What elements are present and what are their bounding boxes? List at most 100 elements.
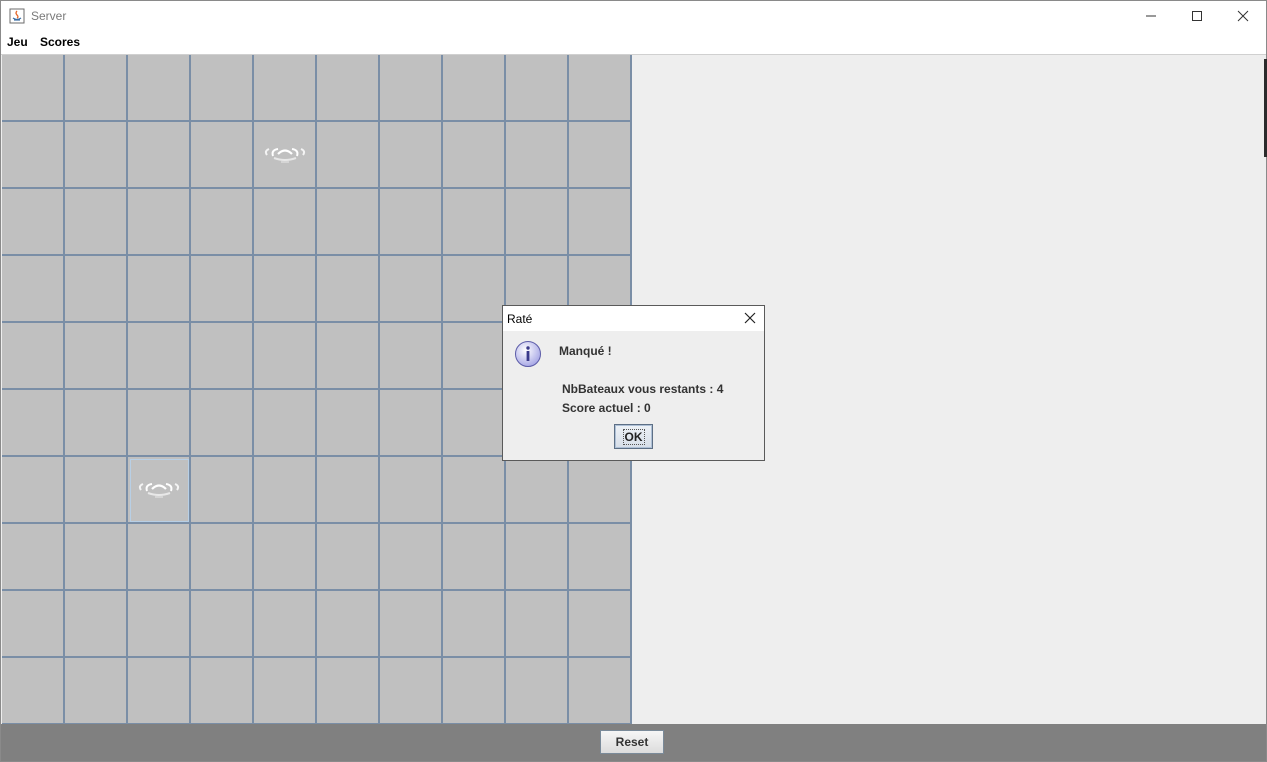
board-cell[interactable] (443, 323, 506, 390)
board-cell[interactable] (191, 189, 254, 256)
board-cell[interactable] (128, 256, 191, 323)
board-cell[interactable] (191, 256, 254, 323)
board-cell[interactable] (317, 256, 380, 323)
board-cell[interactable] (443, 256, 506, 323)
board-cell[interactable] (380, 457, 443, 524)
board-cell[interactable] (254, 189, 317, 256)
board-cell[interactable] (128, 323, 191, 390)
board-cell[interactable] (128, 591, 191, 658)
board-cell[interactable] (65, 323, 128, 390)
board-cell[interactable] (506, 55, 569, 122)
board-cell[interactable] (506, 189, 569, 256)
board-cell[interactable] (317, 55, 380, 122)
board-cell[interactable] (2, 256, 65, 323)
board-cell[interactable] (380, 591, 443, 658)
board-cell[interactable] (380, 323, 443, 390)
board-cell[interactable] (65, 524, 128, 591)
board-cell[interactable] (254, 122, 317, 189)
board-cell[interactable] (380, 122, 443, 189)
board-cell[interactable] (65, 122, 128, 189)
board-cell[interactable] (65, 390, 128, 457)
board-cell[interactable] (443, 591, 506, 658)
board-cell[interactable] (254, 256, 317, 323)
board-cell[interactable] (317, 390, 380, 457)
board-cell[interactable] (380, 189, 443, 256)
board-cell[interactable] (2, 189, 65, 256)
board-cell[interactable] (506, 524, 569, 591)
board-cell[interactable] (65, 189, 128, 256)
board-cell[interactable] (254, 55, 317, 122)
board-cell[interactable] (569, 591, 632, 658)
maximize-button[interactable] (1174, 1, 1220, 31)
board-cell[interactable] (443, 457, 506, 524)
board-cell[interactable] (128, 189, 191, 256)
board-cell[interactable] (128, 390, 191, 457)
board-cell[interactable] (191, 55, 254, 122)
board-cell[interactable] (317, 323, 380, 390)
board-cell[interactable] (506, 122, 569, 189)
board-cell[interactable] (191, 457, 254, 524)
board-cell[interactable] (128, 524, 191, 591)
board-cell[interactable] (2, 591, 65, 658)
board-cell[interactable] (2, 323, 65, 390)
board-cell[interactable] (254, 591, 317, 658)
board-cell[interactable] (2, 55, 65, 122)
board-cell[interactable] (380, 658, 443, 725)
board-cell[interactable] (254, 658, 317, 725)
board-cell[interactable] (317, 591, 380, 658)
menu-jeu[interactable]: Jeu (7, 35, 28, 49)
board-cell[interactable] (569, 524, 632, 591)
board-cell[interactable] (317, 457, 380, 524)
menu-scores[interactable]: Scores (40, 35, 80, 49)
board-cell[interactable] (317, 122, 380, 189)
board-cell[interactable] (569, 658, 632, 725)
title-bar[interactable]: Server (1, 1, 1266, 31)
board-cell[interactable] (569, 122, 632, 189)
board-cell[interactable] (380, 524, 443, 591)
board-cell[interactable] (506, 658, 569, 725)
board-cell[interactable] (191, 591, 254, 658)
board-cell[interactable] (191, 524, 254, 591)
board-cell[interactable] (191, 122, 254, 189)
board-cell[interactable] (380, 256, 443, 323)
board-cell[interactable] (569, 55, 632, 122)
close-button[interactable] (1220, 1, 1266, 31)
board-cell[interactable] (506, 457, 569, 524)
dialog-title-bar[interactable]: Raté (503, 306, 764, 331)
close-icon[interactable] (742, 310, 758, 326)
board-cell[interactable] (128, 122, 191, 189)
board-cell[interactable] (254, 524, 317, 591)
board-cell[interactable] (506, 591, 569, 658)
board-cell[interactable] (2, 658, 65, 725)
board-cell[interactable] (65, 256, 128, 323)
board-cell[interactable] (2, 524, 65, 591)
board-cell[interactable] (380, 390, 443, 457)
board-cell[interactable] (317, 658, 380, 725)
board-cell[interactable] (128, 55, 191, 122)
board-cell[interactable] (128, 658, 191, 725)
board-cell[interactable] (317, 524, 380, 591)
board-cell[interactable] (569, 189, 632, 256)
board-cell[interactable] (65, 591, 128, 658)
board-cell[interactable] (254, 323, 317, 390)
board-cell[interactable] (254, 390, 317, 457)
reset-button[interactable]: Reset (600, 730, 664, 754)
board-cell[interactable] (443, 524, 506, 591)
board-cell[interactable] (65, 55, 128, 122)
board-cell[interactable] (2, 457, 65, 524)
board-cell[interactable] (443, 189, 506, 256)
board-cell[interactable] (317, 189, 380, 256)
board-cell[interactable] (191, 658, 254, 725)
board-cell[interactable] (569, 457, 632, 524)
board-cell[interactable] (443, 122, 506, 189)
ok-button[interactable]: OK (614, 424, 653, 449)
board-cell[interactable] (443, 390, 506, 457)
board-cell[interactable] (254, 457, 317, 524)
board-cell[interactable] (128, 457, 191, 524)
board-cell[interactable] (380, 55, 443, 122)
board-cell[interactable] (65, 658, 128, 725)
minimize-button[interactable] (1128, 1, 1174, 31)
board-cell[interactable] (2, 122, 65, 189)
board-cell[interactable] (65, 457, 128, 524)
board-cell[interactable] (443, 658, 506, 725)
